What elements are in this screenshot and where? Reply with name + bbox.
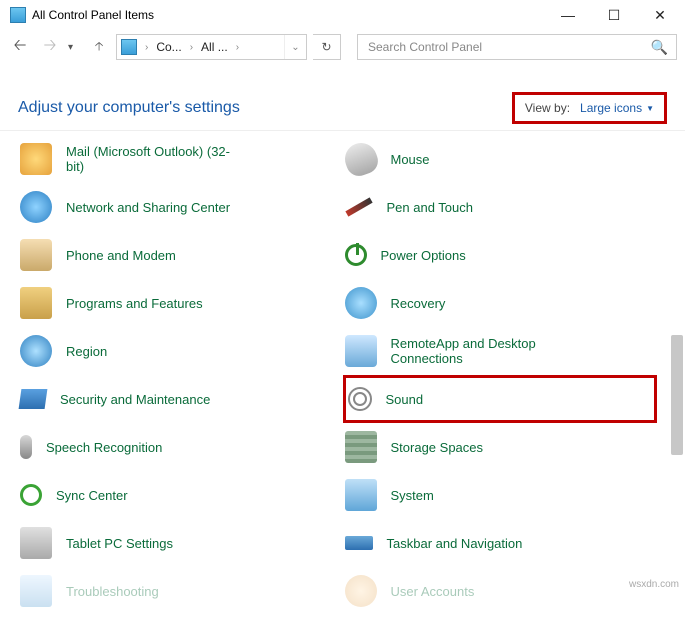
storage-spaces-item-icon xyxy=(345,431,377,463)
view-by-control: View by: Large icons ▼ xyxy=(512,92,667,124)
programs-features-item[interactable]: Programs and Features xyxy=(18,279,333,327)
user-accounts-item-icon xyxy=(345,575,377,607)
item-label: Mail (Microsoft Outlook) (32-bit) xyxy=(66,144,246,174)
pen-touch-item-icon xyxy=(345,197,372,216)
taskbar-nav-item[interactable]: Taskbar and Navigation xyxy=(343,519,658,567)
mail-item[interactable]: Mail (Microsoft Outlook) (32-bit) xyxy=(18,135,333,183)
breadcrumb-seg-1[interactable]: Co... xyxy=(152,40,185,54)
system-item[interactable]: System xyxy=(343,471,658,519)
security-maintenance-item[interactable]: Security and Maintenance xyxy=(18,375,333,423)
minimize-button[interactable]: — xyxy=(545,0,591,30)
address-icon xyxy=(121,39,137,55)
item-label: Sync Center xyxy=(56,488,128,503)
region-item-icon xyxy=(20,335,52,367)
item-label: Pen and Touch xyxy=(387,200,474,215)
item-label: Region xyxy=(66,344,107,359)
vertical-scrollbar[interactable] xyxy=(671,135,683,581)
watermark: wsxdn.com xyxy=(629,579,679,590)
item-label: Recovery xyxy=(391,296,446,311)
close-button[interactable]: ✕ xyxy=(637,0,683,30)
item-label: Mouse xyxy=(391,152,430,167)
item-label: RemoteApp and Desktop Connections xyxy=(391,336,571,366)
sync-center-item[interactable]: Sync Center xyxy=(18,471,333,519)
window-title: All Control Panel Items xyxy=(32,8,545,22)
phone-modem-item-icon xyxy=(20,239,52,271)
sound-item[interactable]: Sound xyxy=(343,375,658,423)
address-bar[interactable]: › Co... › All ... › ⌄ xyxy=(116,34,307,60)
item-label: Security and Maintenance xyxy=(60,392,210,407)
system-item-icon xyxy=(345,479,377,511)
mouse-item-icon xyxy=(340,138,381,179)
power-options-item[interactable]: Power Options xyxy=(343,231,658,279)
tablet-pc-item[interactable]: Tablet PC Settings xyxy=(18,519,333,567)
programs-features-item-icon xyxy=(20,287,52,319)
recovery-item-icon xyxy=(345,287,377,319)
forward-button[interactable]: 🡢 xyxy=(38,35,62,59)
page-heading: Adjust your computer's settings xyxy=(18,99,240,117)
mouse-item[interactable]: Mouse xyxy=(343,135,658,183)
control-panel-icon xyxy=(10,7,26,23)
remoteapp-item-icon xyxy=(345,335,377,367)
header-row: Adjust your computer's settings View by:… xyxy=(0,84,685,130)
remoteapp-item[interactable]: RemoteApp and Desktop Connections xyxy=(343,327,658,375)
phone-modem-item[interactable]: Phone and Modem xyxy=(18,231,333,279)
user-accounts-item[interactable]: User Accounts xyxy=(343,567,658,615)
item-label: Network and Sharing Center xyxy=(66,200,230,215)
view-by-value: Large icons xyxy=(580,101,642,115)
speech-recognition-item[interactable]: Speech Recognition xyxy=(18,423,333,471)
refresh-button[interactable]: ↻ xyxy=(313,34,341,60)
search-input[interactable] xyxy=(366,39,651,55)
view-by-label: View by: xyxy=(525,101,570,115)
speech-recognition-item-icon xyxy=(20,435,32,459)
item-label: System xyxy=(391,488,434,503)
nav-toolbar: 🡠 🡢 ▾ 🡡 › Co... › All ... › ⌄ ↻ 🔍 xyxy=(0,30,685,64)
scroll-thumb[interactable] xyxy=(671,335,683,455)
region-item[interactable]: Region xyxy=(18,327,333,375)
sync-center-item-icon xyxy=(20,484,42,506)
back-button[interactable]: 🡠 xyxy=(8,35,32,59)
troubleshooting-item-icon xyxy=(20,575,52,607)
troubleshooting-item[interactable]: Troubleshooting xyxy=(18,567,333,615)
network-sharing-item[interactable]: Network and Sharing Center xyxy=(18,183,333,231)
sound-item-icon xyxy=(348,387,372,411)
search-box[interactable]: 🔍 xyxy=(357,34,677,60)
taskbar-nav-item-icon xyxy=(345,536,373,550)
power-options-item-icon xyxy=(345,244,367,266)
recovery-item[interactable]: Recovery xyxy=(343,279,658,327)
item-label: Phone and Modem xyxy=(66,248,176,263)
security-maintenance-item-icon xyxy=(19,389,48,409)
item-label: User Accounts xyxy=(391,584,475,599)
item-label: Sound xyxy=(386,392,424,407)
item-label: Storage Spaces xyxy=(391,440,484,455)
breadcrumb-seg-2[interactable]: All ... xyxy=(197,40,232,54)
storage-spaces-item[interactable]: Storage Spaces xyxy=(343,423,658,471)
view-by-dropdown[interactable]: Large icons ▼ xyxy=(580,101,654,115)
item-label: Taskbar and Navigation xyxy=(387,536,523,551)
chevron-down-icon: ▼ xyxy=(646,104,654,113)
search-icon[interactable]: 🔍 xyxy=(651,39,668,56)
content-area: Mail (Microsoft Outlook) (32-bit) Mouse Ne… xyxy=(0,130,685,588)
mail-item-icon xyxy=(20,143,52,175)
chevron-right-icon: › xyxy=(234,42,241,53)
chevron-right-icon: › xyxy=(188,42,195,53)
item-label: Speech Recognition xyxy=(46,440,162,455)
history-dropdown[interactable]: ▾ xyxy=(68,42,82,53)
item-label: Troubleshooting xyxy=(66,584,159,599)
maximize-button[interactable]: ☐ xyxy=(591,0,637,30)
item-label: Programs and Features xyxy=(66,296,203,311)
address-dropdown[interactable]: ⌄ xyxy=(284,35,306,59)
up-button[interactable]: 🡡 xyxy=(88,36,110,58)
item-label: Power Options xyxy=(381,248,466,263)
tablet-pc-item-icon xyxy=(20,527,52,559)
item-label: Tablet PC Settings xyxy=(66,536,173,551)
network-sharing-item-icon xyxy=(20,191,52,223)
title-bar: All Control Panel Items — ☐ ✕ xyxy=(0,0,685,30)
pen-touch-item[interactable]: Pen and Touch xyxy=(343,183,658,231)
chevron-right-icon: › xyxy=(143,42,150,53)
